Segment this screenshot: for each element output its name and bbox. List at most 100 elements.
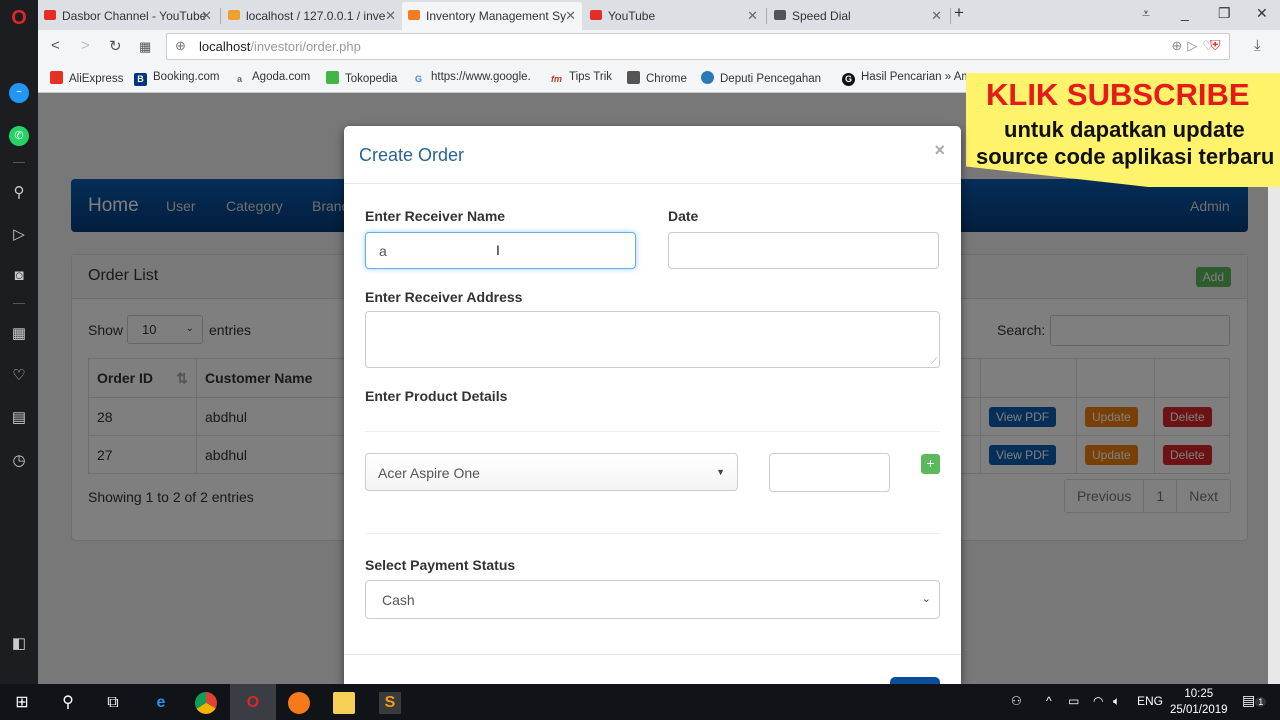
edge-icon[interactable]: e bbox=[150, 692, 172, 714]
aliexpress-icon bbox=[50, 71, 63, 84]
tab-dasbor-channel[interactable]: Dasbor Channel - YouTube ✕ bbox=[38, 2, 218, 30]
volume-icon[interactable]: 🔈︎ bbox=[1113, 694, 1120, 709]
bookmark-deputi-pencegahan[interactable]: Deputi Pencegahan bbox=[701, 71, 821, 85]
close-icon[interactable]: × bbox=[934, 140, 945, 161]
maximize-button[interactable]: ❐ bbox=[1218, 5, 1231, 22]
notifications-icon[interactable]: ▤ 1 bbox=[1242, 692, 1267, 709]
modal-title: Create Order bbox=[359, 145, 465, 165]
youtube-icon bbox=[590, 10, 602, 20]
tab-bar: Dasbor Channel - YouTube ✕ localhost / 1… bbox=[38, 0, 1280, 30]
receiver-address-textarea[interactable]: ⟋ bbox=[365, 311, 940, 368]
receiver-name-input[interactable]: aI bbox=[365, 232, 636, 269]
tab-youtube[interactable]: YouTube ✕ bbox=[584, 2, 764, 30]
firefox-icon[interactable] bbox=[288, 692, 310, 714]
minimize-button[interactable]: _ bbox=[1181, 5, 1189, 21]
file-icon bbox=[627, 71, 640, 84]
heart-icon[interactable]: ♡ bbox=[9, 366, 29, 386]
date-input[interactable] bbox=[668, 232, 939, 269]
sidebar-toggle-icon[interactable]: ◧ bbox=[9, 634, 29, 654]
search-icon[interactable]: ⚲ bbox=[57, 692, 79, 714]
booking-icon: B bbox=[134, 73, 147, 86]
address-bar-row: < > ↻ ▦ ⊕ localhost/investori/order.php … bbox=[38, 30, 1280, 63]
product-details-label: Enter Product Details bbox=[365, 388, 508, 404]
new-tab-button[interactable]: + bbox=[954, 3, 964, 23]
tokopedia-icon bbox=[326, 71, 339, 84]
bookmark-aliexpress[interactable]: AliExpress bbox=[50, 71, 123, 85]
bookmark-hasil-pencarian[interactable]: G Hasil Pencarian » Am bbox=[842, 71, 971, 86]
news-icon[interactable]: ▤ bbox=[9, 408, 29, 428]
payment-status-label: Select Payment Status bbox=[365, 557, 516, 573]
windows-taskbar: ⊞ ⚲ ⧉ e O S ⚇ ^ ▭ ◠ 🔈︎ ENG 10:25 25/01/20… bbox=[0, 684, 1280, 720]
receiver-address-label: Enter Receiver Address bbox=[365, 289, 523, 305]
battery-icon[interactable]: ▭ bbox=[1068, 694, 1079, 708]
speed-dial-icon bbox=[774, 10, 786, 20]
globe-icon bbox=[701, 71, 714, 84]
back-button[interactable]: < bbox=[51, 37, 60, 54]
add-product-button[interactable]: + bbox=[921, 454, 940, 474]
youtube-icon bbox=[44, 10, 56, 20]
language-indicator[interactable]: ENG bbox=[1137, 694, 1163, 708]
chevron-down-icon: ⌄ bbox=[921, 593, 931, 605]
messenger-icon[interactable]: ~ bbox=[9, 83, 29, 103]
search-icon[interactable]: ⚲ bbox=[9, 183, 29, 203]
speed-dial-icon[interactable]: ▦ bbox=[9, 324, 29, 344]
close-window-button[interactable]: ✕ bbox=[1256, 5, 1268, 22]
clock[interactable]: 10:25 25/01/2019 bbox=[1170, 686, 1228, 718]
g-icon: G bbox=[842, 73, 855, 86]
globe-icon: ⊕ bbox=[175, 38, 186, 53]
chrome-icon[interactable] bbox=[195, 692, 217, 714]
windows-start-icon[interactable]: ⊞ bbox=[11, 692, 33, 714]
tray-expand-icon[interactable]: ^ bbox=[1046, 694, 1052, 708]
opera-logo-icon[interactable]: O bbox=[9, 8, 29, 28]
camera-icon[interactable]: ◙ bbox=[9, 266, 29, 286]
bookmark-google[interactable]: Ghttps://www.google. bbox=[412, 71, 531, 86]
create-order-modal: Create Order × Enter Receiver Name aI Da… bbox=[344, 126, 961, 687]
file-explorer-icon[interactable] bbox=[333, 692, 355, 714]
whatsapp-icon[interactable]: ✆ bbox=[9, 126, 29, 146]
sidebar-divider bbox=[13, 303, 25, 304]
text-cursor-icon: I bbox=[496, 242, 500, 258]
wifi-icon[interactable]: ◠ bbox=[1093, 694, 1103, 708]
xampp-icon bbox=[408, 10, 420, 20]
resize-handle-icon: ⟋ bbox=[930, 356, 937, 366]
bookmark-tips-trik[interactable]: fm Tips Trik bbox=[550, 71, 612, 86]
opera-sidebar: O ~ ✆ ⚲ ▷ ◙ ▦ ♡ ▤ ◷ ◧ bbox=[0, 0, 38, 684]
url-input[interactable]: ⊕ localhost/investori/order.php ⊕▷♡ bbox=[166, 33, 1230, 60]
google-icon: G bbox=[414, 74, 422, 84]
payment-status-select[interactable]: Cash ⌄ bbox=[365, 580, 940, 619]
people-icon[interactable]: ⚇ bbox=[1011, 694, 1022, 708]
task-view-icon[interactable]: ⧉ bbox=[102, 692, 124, 714]
bookmark-booking[interactable]: B Booking.com bbox=[134, 71, 219, 86]
agoda-icon: a bbox=[236, 74, 242, 84]
download-icon[interactable]: ⤓ bbox=[1254, 37, 1261, 54]
tab-speed-dial[interactable]: Speed Dial ✕ bbox=[768, 2, 948, 30]
sidebar-divider bbox=[13, 162, 25, 163]
reload-button[interactable]: ↻ bbox=[109, 37, 122, 55]
phpmyadmin-icon bbox=[228, 10, 240, 20]
history-icon[interactable]: ◷ bbox=[9, 451, 29, 471]
forward-button[interactable]: > bbox=[81, 37, 90, 54]
bookmark-agoda[interactable]: a Agoda.com bbox=[233, 71, 310, 86]
quantity-input[interactable] bbox=[769, 453, 890, 492]
product-select[interactable]: Acer Aspire One ▼ bbox=[365, 453, 738, 491]
close-tab-icon[interactable]: ✕ bbox=[385, 8, 396, 24]
subscribe-banner: KLIK SUBSCRIBE untuk dapatkan update sou… bbox=[966, 73, 1280, 187]
bookmark-chrome[interactable]: Chrome bbox=[627, 71, 687, 85]
speed-dial-button[interactable]: ▦ bbox=[139, 39, 151, 55]
tab-phpmyadmin[interactable]: localhost / 127.0.0.1 / inve ✕ bbox=[222, 2, 402, 30]
close-tab-icon[interactable]: ✕ bbox=[747, 8, 758, 24]
send-icon[interactable]: ▷ bbox=[9, 225, 29, 245]
bookmark-tokopedia[interactable]: Tokopedia bbox=[326, 71, 397, 85]
opera-icon[interactable]: O bbox=[242, 692, 264, 714]
date-label: Date bbox=[668, 208, 699, 224]
close-tab-icon[interactable]: ✕ bbox=[931, 8, 942, 24]
tab-menu-icon[interactable]: ⩡ bbox=[1142, 5, 1150, 22]
close-tab-icon[interactable]: ✕ bbox=[201, 8, 212, 24]
caret-down-icon: ▼ bbox=[716, 467, 725, 477]
fm-icon: fm bbox=[551, 74, 562, 84]
sublime-text-icon[interactable]: S bbox=[379, 692, 401, 714]
tab-inventory-management[interactable]: Inventory Management Sy ✕ bbox=[402, 2, 582, 30]
close-tab-icon[interactable]: ✕ bbox=[565, 8, 576, 24]
receiver-name-label: Enter Receiver Name bbox=[365, 208, 506, 224]
adblock-icon[interactable]: ⛨ bbox=[1210, 37, 1221, 54]
